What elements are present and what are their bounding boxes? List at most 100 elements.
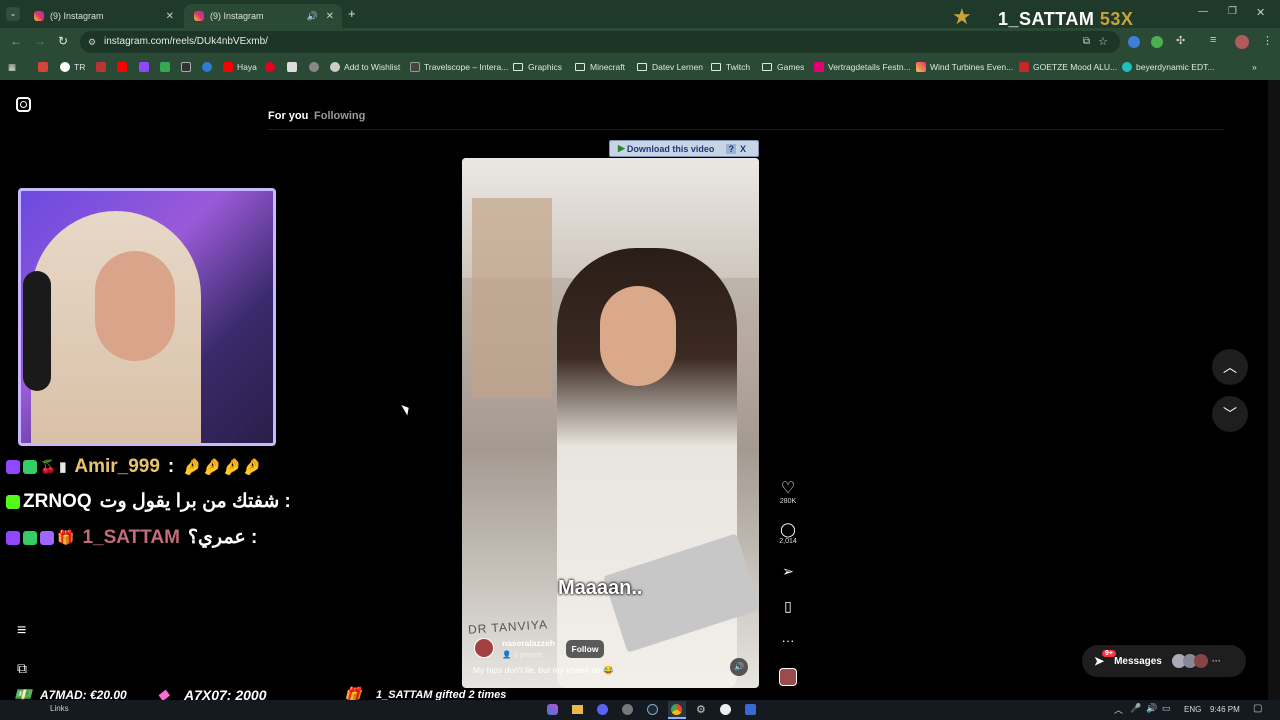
bookmark-travelscope[interactable]: Travelscope – Intera... (410, 62, 508, 72)
bookmark-icon[interactable] (202, 62, 216, 72)
menu-kebab-icon[interactable]: ⋮ (1262, 34, 1273, 47)
reload-button[interactable]: ↻ (58, 34, 68, 48)
help-icon[interactable]: ? (726, 143, 736, 154)
file-explorer-icon[interactable] (572, 705, 583, 714)
copilot-icon[interactable] (547, 704, 558, 715)
bookmark-haya[interactable]: Haya (223, 62, 257, 72)
microphone-icon[interactable]: 🎤 (1130, 703, 1141, 714)
author-name[interactable]: naseralazzeh (502, 638, 555, 648)
check-badge (23, 530, 37, 545)
chrome-icon[interactable] (668, 701, 686, 719)
address-bar[interactable]: ⚙ instagram.com/reels/DUk4nbVExmb/ ⧉ ☆ (80, 31, 1120, 53)
reel-description: My hips don't lie, but my knees do 😂 (473, 665, 614, 675)
extension-icon[interactable] (1128, 36, 1140, 48)
bookmark-icon[interactable] (160, 62, 174, 72)
tab-strip: ⌄ (9) Instagram ✕ (9) Instagram 🔊 ✕ + ★ … (0, 0, 1280, 29)
previous-reel-button[interactable]: ︿ (1212, 349, 1248, 385)
next-reel-button[interactable]: ﹀ (1212, 396, 1248, 432)
reel-video[interactable]: DR TANVIYA Maaaan.. naseralazzeh 👤 3 peo… (462, 158, 759, 688)
app-icon[interactable] (622, 704, 633, 715)
bookmark-goetze[interactable]: GOETZE Mood ALU... (1019, 62, 1117, 72)
youtube-icon[interactable] (117, 62, 131, 72)
bookmark-icon[interactable] (96, 62, 110, 72)
audio-thumbnail[interactable] (779, 668, 797, 686)
bookmark-add-to-wishlist[interactable]: Add to Wishlist (330, 62, 400, 72)
app-icon[interactable] (745, 704, 756, 715)
wishlist-icon (330, 62, 340, 72)
volume-icon[interactable]: 🔊 (1146, 703, 1157, 714)
chevron-up-icon: ︿ (1223, 359, 1237, 375)
maximize-button[interactable]: ❐ (1228, 6, 1237, 17)
new-tab-button[interactable]: + (348, 6, 356, 21)
share-button[interactable]: ➢ (778, 563, 798, 580)
twitch-icon[interactable] (139, 62, 153, 72)
messages-button[interactable]: ➤ 9+ Messages ··· (1082, 645, 1246, 677)
window-close-button[interactable]: ✕ (1256, 6, 1265, 19)
bookmark-wind-turbines[interactable]: Wind Turbines Even... (916, 62, 1013, 72)
install-app-icon[interactable]: ⧉ (1083, 31, 1090, 53)
close-icon[interactable]: ✕ (166, 11, 174, 22)
apps-icon[interactable]: ⧉ (17, 660, 27, 677)
site-info-icon[interactable]: ⚙ (88, 31, 96, 53)
overlay-top-count: 53X (1099, 9, 1134, 29)
hamburger-menu-icon[interactable]: ≡ (17, 622, 26, 640)
more-icon: ··· (781, 633, 795, 648)
download-video-bar[interactable]: ▶ Download this video ? X (609, 140, 759, 157)
anchor-icon[interactable] (181, 62, 195, 72)
tray-overflow-icon[interactable]: ︿ (1114, 703, 1123, 716)
bookmark-datev[interactable]: Datev Lernen (637, 62, 703, 72)
instagram-logo-icon[interactable] (16, 97, 31, 112)
notifications-icon[interactable]: ▢ (1253, 703, 1262, 714)
scrollbar[interactable] (1268, 80, 1280, 700)
discord-icon[interactable] (597, 704, 608, 715)
language-indicator[interactable]: ENG (1184, 705, 1201, 714)
steam-icon[interactable] (647, 704, 658, 715)
clock[interactable]: 9:46 PM (1210, 705, 1240, 714)
tab-for-you[interactable]: For you (268, 110, 308, 122)
bottle-icon: ▮ (59, 459, 67, 474)
mute-button[interactable]: 🔊 (730, 658, 748, 676)
forward-button[interactable]: → (34, 34, 46, 48)
bookmark-vertragdetails[interactable]: Vertragdetails Festn... (814, 62, 911, 72)
close-icon[interactable]: ✕ (326, 11, 334, 22)
links-toolbar[interactable]: Links (50, 704, 69, 713)
author-avatar[interactable] (474, 638, 494, 658)
battery-icon[interactable]: ▭ (1162, 703, 1171, 714)
bookmark-icon[interactable] (309, 62, 323, 72)
save-button[interactable]: ▯ (778, 598, 798, 615)
gmail-icon[interactable] (38, 62, 52, 72)
speaker-icon[interactable]: 🔊 (307, 11, 318, 22)
profile-avatar[interactable] (1235, 35, 1249, 49)
minimize-button[interactable]: — (1198, 6, 1208, 17)
close-icon[interactable]: X (740, 144, 746, 154)
bookmark-star-icon[interactable]: ☆ (1098, 31, 1108, 53)
bookmark-graphics[interactable]: Graphics (513, 62, 562, 72)
bookmark-icon[interactable] (287, 62, 301, 72)
back-button[interactable]: ← (10, 34, 22, 48)
tab-instagram-2[interactable]: (9) Instagram 🔊 ✕ (184, 4, 342, 28)
comment-button[interactable]: ◯ 2,014 (778, 521, 798, 545)
follow-button[interactable]: Follow (566, 640, 604, 658)
collab-people[interactable]: 👤 3 people (502, 650, 542, 659)
media-control-icon[interactable]: ≡ (1210, 34, 1216, 46)
streamer-face (95, 251, 175, 361)
tab-following[interactable]: Following (314, 110, 365, 122)
pinterest-icon[interactable] (265, 62, 279, 72)
tab-list-menu[interactable]: ⌄ (6, 7, 20, 21)
extension-icon[interactable] (1151, 36, 1163, 48)
bookmark-twitch[interactable]: Twitch (711, 62, 750, 72)
settings-icon[interactable]: ⚙ (696, 703, 706, 716)
comment-count: 2,014 (779, 538, 797, 545)
extensions-puzzle-icon[interactable]: ✣ (1176, 34, 1185, 47)
obs-icon[interactable] (720, 704, 731, 715)
apps-grid-icon[interactable]: ▦ (8, 62, 16, 73)
bookmark-games[interactable]: Games (762, 62, 804, 72)
bookmark-beyerdynamic[interactable]: beyerdynamic EDT... (1122, 62, 1214, 72)
tab-instagram-1[interactable]: (9) Instagram ✕ (24, 4, 182, 28)
more-options-button[interactable]: ··· (778, 633, 798, 648)
like-button[interactable]: ♡ 280K (778, 478, 798, 505)
bookmark-tr[interactable]: TR (60, 62, 85, 72)
url-text: instagram.com/reels/DUk4nbVExmb/ (104, 36, 268, 47)
bookmark-minecraft[interactable]: Minecraft (575, 62, 625, 72)
more-bookmarks-icon[interactable]: » (1252, 62, 1257, 72)
